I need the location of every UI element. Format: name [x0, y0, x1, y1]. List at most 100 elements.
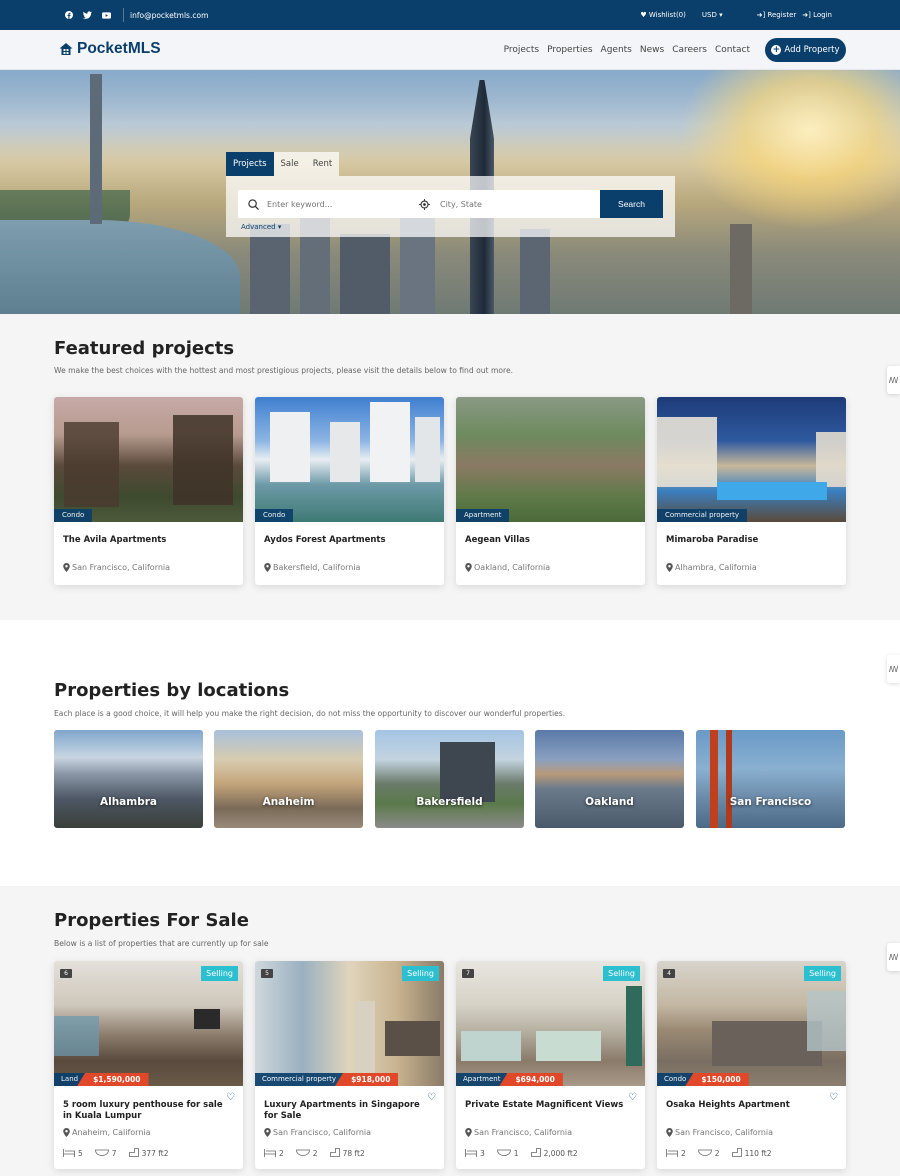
twitter-icon[interactable]: [83, 11, 92, 20]
location-card-oakland[interactable]: Oakland: [535, 730, 684, 828]
tab-projects[interactable]: Projects: [226, 152, 274, 176]
property-type-badge: Commercial property: [255, 1073, 344, 1086]
nav-careers[interactable]: Careers: [672, 45, 707, 55]
sale-subtitle: Below is a list of properties that are c…: [54, 939, 269, 948]
hero-building: [90, 74, 102, 224]
location-card-anaheim[interactable]: Anaheim: [214, 730, 363, 828]
property-features: 3 1 2,000 ft2: [465, 1148, 578, 1159]
project-card[interactable]: Condo Aydos Forest Apartments Bakersfiel…: [255, 397, 444, 585]
project-card[interactable]: Commercial property Mimaroba Paradise Al…: [657, 397, 846, 585]
search-button[interactable]: Search: [600, 190, 663, 218]
login-link[interactable]: ➜] Login: [802, 11, 832, 19]
logo-text: PocketMLS: [77, 40, 161, 57]
price-badge: $694,000: [499, 1073, 563, 1086]
locations-subtitle: Each place is a good choice, it will hel…: [54, 709, 566, 718]
wishlist-label: Wishlist(0): [648, 11, 686, 19]
youtube-icon[interactable]: [102, 11, 111, 20]
advanced-toggle[interactable]: Advanced ▾: [241, 223, 281, 231]
project-type-badge: Condo: [54, 509, 93, 522]
location-name: Bakersfield: [416, 796, 483, 808]
property-card[interactable]: 4 Selling Condo $150,000 ♡ Osaka Heights…: [657, 961, 846, 1169]
status-badge: Selling: [201, 966, 238, 981]
heart-outline-icon[interactable]: ♡: [226, 1093, 237, 1103]
project-card[interactable]: Apartment Aegean Villas Oakland, Califor…: [456, 397, 645, 585]
topbar-divider: [123, 8, 124, 22]
project-location: Oakland, California: [465, 563, 550, 572]
nav-properties[interactable]: Properties: [547, 45, 592, 55]
property-image: 7 Selling Apartment $694,000: [456, 961, 645, 1086]
photo-count: 5: [261, 969, 273, 978]
location-card-alhambra[interactable]: Alhambra: [54, 730, 203, 828]
bed-icon: [264, 1148, 276, 1159]
photo-count-value: 7: [466, 970, 470, 977]
hero-building: [250, 224, 290, 314]
property-card[interactable]: 6 Selling Land $1,590,000 ♡ 5 room luxur…: [54, 961, 243, 1169]
heart-outline-icon[interactable]: ♡: [427, 1093, 438, 1103]
property-title[interactable]: Luxury Apartments in Singapore for Sale: [264, 1100, 426, 1122]
project-name[interactable]: Aegean Villas: [465, 535, 627, 546]
property-card[interactable]: 7 Selling Apartment $694,000 ♡ Private E…: [456, 961, 645, 1169]
photo-count: 4: [663, 969, 675, 978]
baths-count: 7: [111, 1149, 117, 1158]
location-card-san-francisco[interactable]: San Francisco: [696, 730, 845, 828]
contact-email[interactable]: info@pocketmls.com: [130, 11, 208, 20]
price-bar: Condo $150,000: [657, 1073, 749, 1086]
bath-icon: [496, 1149, 511, 1158]
register-label: Register: [767, 11, 797, 19]
wishlist-link[interactable]: ♥ Wishlist(0): [640, 11, 686, 19]
section-edit-tab[interactable]: ꟿ: [887, 943, 900, 971]
beds-count: 2: [681, 1149, 686, 1158]
location-text: San Francisco, California: [474, 1128, 573, 1137]
edit-icon: ꟿ: [888, 664, 899, 674]
location-card-bakersfield[interactable]: Bakersfield: [375, 730, 524, 828]
add-property-button[interactable]: + Add Property: [765, 38, 846, 62]
property-location: Anaheim, California: [63, 1128, 151, 1137]
hero-sun-glow: [680, 70, 900, 230]
project-type-badge: Commercial property: [657, 509, 748, 522]
currency-dropdown[interactable]: USD ▾: [702, 11, 723, 19]
nav-news[interactable]: News: [640, 45, 664, 55]
social-links: [64, 11, 111, 20]
location-input[interactable]: [440, 199, 580, 209]
property-title[interactable]: Private Estate Magnificent Views: [465, 1100, 627, 1111]
section-edit-tab[interactable]: ꟿ: [887, 366, 900, 394]
location-text: Alhambra, California: [675, 563, 757, 572]
hero-building: [520, 229, 550, 314]
nav-contact[interactable]: Contact: [715, 45, 750, 55]
facebook-icon[interactable]: [64, 11, 73, 20]
featured-title: Featured projects: [54, 338, 235, 359]
property-type-badge: Apartment: [456, 1073, 508, 1086]
site-logo[interactable]: PocketMLS: [59, 40, 161, 58]
tab-rent[interactable]: Rent: [305, 152, 340, 176]
currency-label: USD: [701, 11, 717, 19]
section-edit-tab[interactable]: ꟿ: [887, 655, 900, 683]
map-marker-icon: [63, 563, 70, 572]
house-icon: [59, 43, 73, 55]
project-image: Condo: [54, 397, 243, 522]
register-link[interactable]: ➜] Register: [757, 11, 797, 19]
project-name[interactable]: The Avila Apartments: [63, 535, 225, 546]
heart-outline-icon[interactable]: ♡: [829, 1093, 840, 1103]
bed-icon: [465, 1148, 477, 1159]
plus-circle-icon: +: [771, 45, 782, 55]
project-name[interactable]: Mimaroba Paradise: [666, 535, 828, 546]
map-marker-icon: [63, 1128, 70, 1137]
keyword-input[interactable]: [267, 199, 417, 209]
caret-down-icon: ▾: [277, 223, 282, 231]
nav-agents[interactable]: Agents: [601, 45, 632, 55]
map-marker-icon: [666, 563, 673, 572]
tab-sale[interactable]: Sale: [273, 152, 306, 176]
project-name[interactable]: Aydos Forest Apartments: [264, 535, 426, 546]
beds-count: 3: [480, 1149, 485, 1158]
project-card[interactable]: Condo The Avila Apartments San Francisco…: [54, 397, 243, 585]
project-image: Commercial property: [657, 397, 846, 522]
location-name: Alhambra: [99, 796, 157, 808]
nav-projects[interactable]: Projects: [504, 45, 539, 55]
property-title[interactable]: 5 room luxury penthouse for sale in Kual…: [63, 1100, 225, 1122]
area-value: 78 ft2: [342, 1149, 365, 1158]
featured-subtitle: We make the best choices with the hottes…: [54, 366, 514, 375]
property-title[interactable]: Osaka Heights Apartment: [666, 1100, 828, 1111]
property-card[interactable]: 5 Selling Commercial property $918,000 ♡…: [255, 961, 444, 1169]
heart-outline-icon[interactable]: ♡: [628, 1093, 639, 1103]
status-badge: Selling: [603, 966, 640, 981]
